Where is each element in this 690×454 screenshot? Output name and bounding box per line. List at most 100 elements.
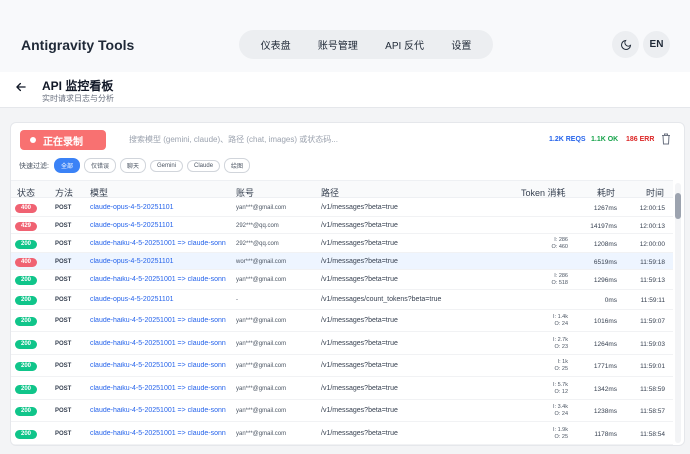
theme-toggle-button[interactable]	[612, 31, 639, 58]
model-cell: claude-opus-4-5-20251101	[90, 296, 174, 303]
token-in: I: 3.4k	[553, 404, 568, 410]
col-time[interactable]: 时间	[646, 186, 664, 199]
time-cell: 11:58:57	[640, 408, 665, 415]
token-out: O: 25	[554, 366, 568, 372]
filter-chip-all[interactable]: 全部	[53, 158, 80, 173]
method-cell: POST	[55, 386, 72, 392]
duration-cell: 1178ms	[594, 431, 617, 438]
account-cell: yan***@gmail.com	[236, 386, 287, 392]
path-cell: /v1/messages?beta=true	[321, 222, 398, 229]
model-cell: claude-haiku-4-5-20251001 => claude-sonn…	[90, 340, 226, 347]
filter-chip-claude[interactable]: Claude	[187, 159, 221, 172]
duration-cell: 0ms	[604, 297, 617, 304]
col-method[interactable]: 方法	[55, 186, 73, 199]
page-subtitle: 实时请求日志与分析	[42, 94, 114, 103]
token-cell: I: 3.4k O: 24	[511, 404, 568, 418]
path-cell: /v1/messages?beta=true	[321, 276, 398, 283]
account-cell: 292***@qq.com	[236, 223, 279, 229]
method-cell: POST	[55, 431, 72, 437]
duration-cell: 1342ms	[593, 386, 617, 393]
quick-filter-label: 快速过滤:	[19, 162, 49, 170]
status-badge: 200	[15, 296, 37, 305]
status-badge: 200	[15, 276, 37, 285]
nav-item-settings[interactable]: 设置	[451, 37, 471, 52]
col-status[interactable]: 状态	[17, 186, 35, 199]
model-cell: claude-opus-4-5-20251101	[90, 258, 174, 265]
col-account[interactable]: 账号	[236, 186, 254, 199]
filter-chip-errors[interactable]: 仅错误	[83, 158, 116, 173]
account-cell: yan***@gmail.com	[236, 431, 287, 437]
path-cell: /v1/messages?beta=true	[321, 407, 398, 414]
duration-cell: 1296ms	[593, 277, 617, 284]
table-row[interactable]: 200 POST claude-haiku-4-5-20251001 => clau…	[11, 310, 673, 332]
token-out: O: 25	[554, 434, 568, 440]
table-row[interactable]: 429 POST claude-opus-4-5-20251101 292***@qq…	[11, 217, 673, 234]
account-cell: yan***@gmail.com	[236, 205, 287, 211]
col-path[interactable]: 路径	[321, 186, 339, 199]
account-cell: wor***@gmail.com	[236, 259, 287, 265]
trash-icon[interactable]	[661, 133, 671, 145]
col-duration[interactable]: 耗时	[597, 186, 615, 199]
nav-item-dashboard[interactable]: 仪表盘	[261, 37, 291, 52]
table-row[interactable]: 200 POST claude-haiku-4-5-20251001 => clau…	[11, 332, 673, 355]
path-cell: /v1/messages?beta=true	[321, 258, 398, 265]
page-header: API 监控看板 实时请求日志与分析	[0, 72, 690, 108]
record-button[interactable]: 正在录制	[20, 130, 106, 150]
method-cell: POST	[55, 363, 72, 369]
model-cell: claude-haiku-4-5-20251001 => claude-sonn…	[90, 362, 226, 369]
time-cell: 11:59:03	[640, 341, 665, 348]
time-cell: 11:59:07	[640, 318, 665, 325]
token-in: I: 1k	[557, 359, 568, 365]
model-cell: claude-opus-4-5-20251101	[90, 204, 174, 211]
col-tokens[interactable]: Token 消耗	[521, 186, 566, 199]
nav-item-api-proxy[interactable]: API 反代	[385, 37, 424, 52]
table-row[interactable]: 400 POST claude-opus-4-5-20251101 yan***@gm…	[11, 199, 673, 217]
token-in: I: 286	[554, 273, 568, 279]
table-row[interactable]: 200 POST claude-haiku-4-5-20251001 => clau…	[11, 355, 673, 377]
account-cell: yan***@gmail.com	[236, 363, 287, 369]
token-cell: I: 1k O: 25	[511, 359, 568, 373]
token-cell: I: 286 O: 460	[511, 237, 568, 251]
duration-cell: 6519ms	[593, 259, 617, 266]
arrow-left-icon[interactable]	[14, 80, 28, 94]
method-cell: POST	[55, 241, 72, 247]
status-badge: 400	[15, 204, 37, 213]
duration-cell: 1238ms	[593, 408, 617, 415]
filter-chip-gemini[interactable]: Gemini	[150, 159, 184, 172]
token-cell: I: 1.4k O: 24	[511, 314, 568, 328]
search-input[interactable]: 搜索模型 (gemini, claude)、路径 (chat, images) …	[129, 134, 338, 145]
status-badge: 200	[15, 317, 37, 326]
token-in: I: 1.9k	[553, 427, 568, 433]
model-cell: claude-haiku-4-5-20251001 => claude-sonn…	[90, 430, 226, 437]
table-row[interactable]: 200 POST claude-haiku-4-5-20251001 => clau…	[11, 400, 673, 422]
table-row[interactable]: 200 POST claude-haiku-4-5-20251001 => clau…	[11, 422, 673, 445]
filter-chip-chat[interactable]: 聊天	[119, 158, 146, 173]
scrollbar[interactable]	[675, 183, 681, 443]
table-row[interactable]: 200 POST claude-haiku-4-5-20251001 => clau…	[11, 234, 673, 253]
method-cell: POST	[55, 408, 72, 414]
language-button[interactable]: EN	[643, 31, 670, 58]
account-cell: yan***@gmail.com	[236, 277, 287, 283]
table-row[interactable]: 200 POST claude-opus-4-5-20251101 - /v1/mess…	[11, 290, 673, 310]
scrollbar-thumb[interactable]	[675, 193, 681, 219]
time-cell: 12:00:13	[639, 223, 665, 230]
status-badge: 400	[15, 258, 37, 267]
status-badge: 200	[15, 340, 37, 349]
status-badge: 200	[15, 385, 37, 394]
token-out: O: 460	[551, 244, 568, 250]
filter-chip-images[interactable]: 绘图	[224, 158, 251, 173]
account-cell: yan***@gmail.com	[236, 408, 287, 414]
table-row[interactable]: 200 POST claude-haiku-4-5-20251001 => clau…	[11, 377, 673, 400]
stat-reqs: 1.2K REQS	[549, 136, 586, 143]
stat-err: 186 ERR	[626, 136, 655, 143]
table-row[interactable]: 400 POST claude-opus-4-5-20251101 wor***@gm…	[11, 253, 673, 270]
duration-cell: 1016ms	[593, 318, 617, 325]
method-cell: POST	[55, 223, 72, 229]
status-badge: 429	[15, 222, 37, 231]
nav-item-accounts[interactable]: 账号管理	[318, 37, 358, 52]
duration-cell: 1267ms	[593, 205, 617, 212]
account-cell: yan***@gmail.com	[236, 318, 287, 324]
table-row[interactable]: 200 POST claude-haiku-4-5-20251001 => clau…	[11, 270, 673, 290]
col-model[interactable]: 模型	[90, 186, 108, 199]
stat-ok: 1.1K OK	[591, 136, 619, 143]
